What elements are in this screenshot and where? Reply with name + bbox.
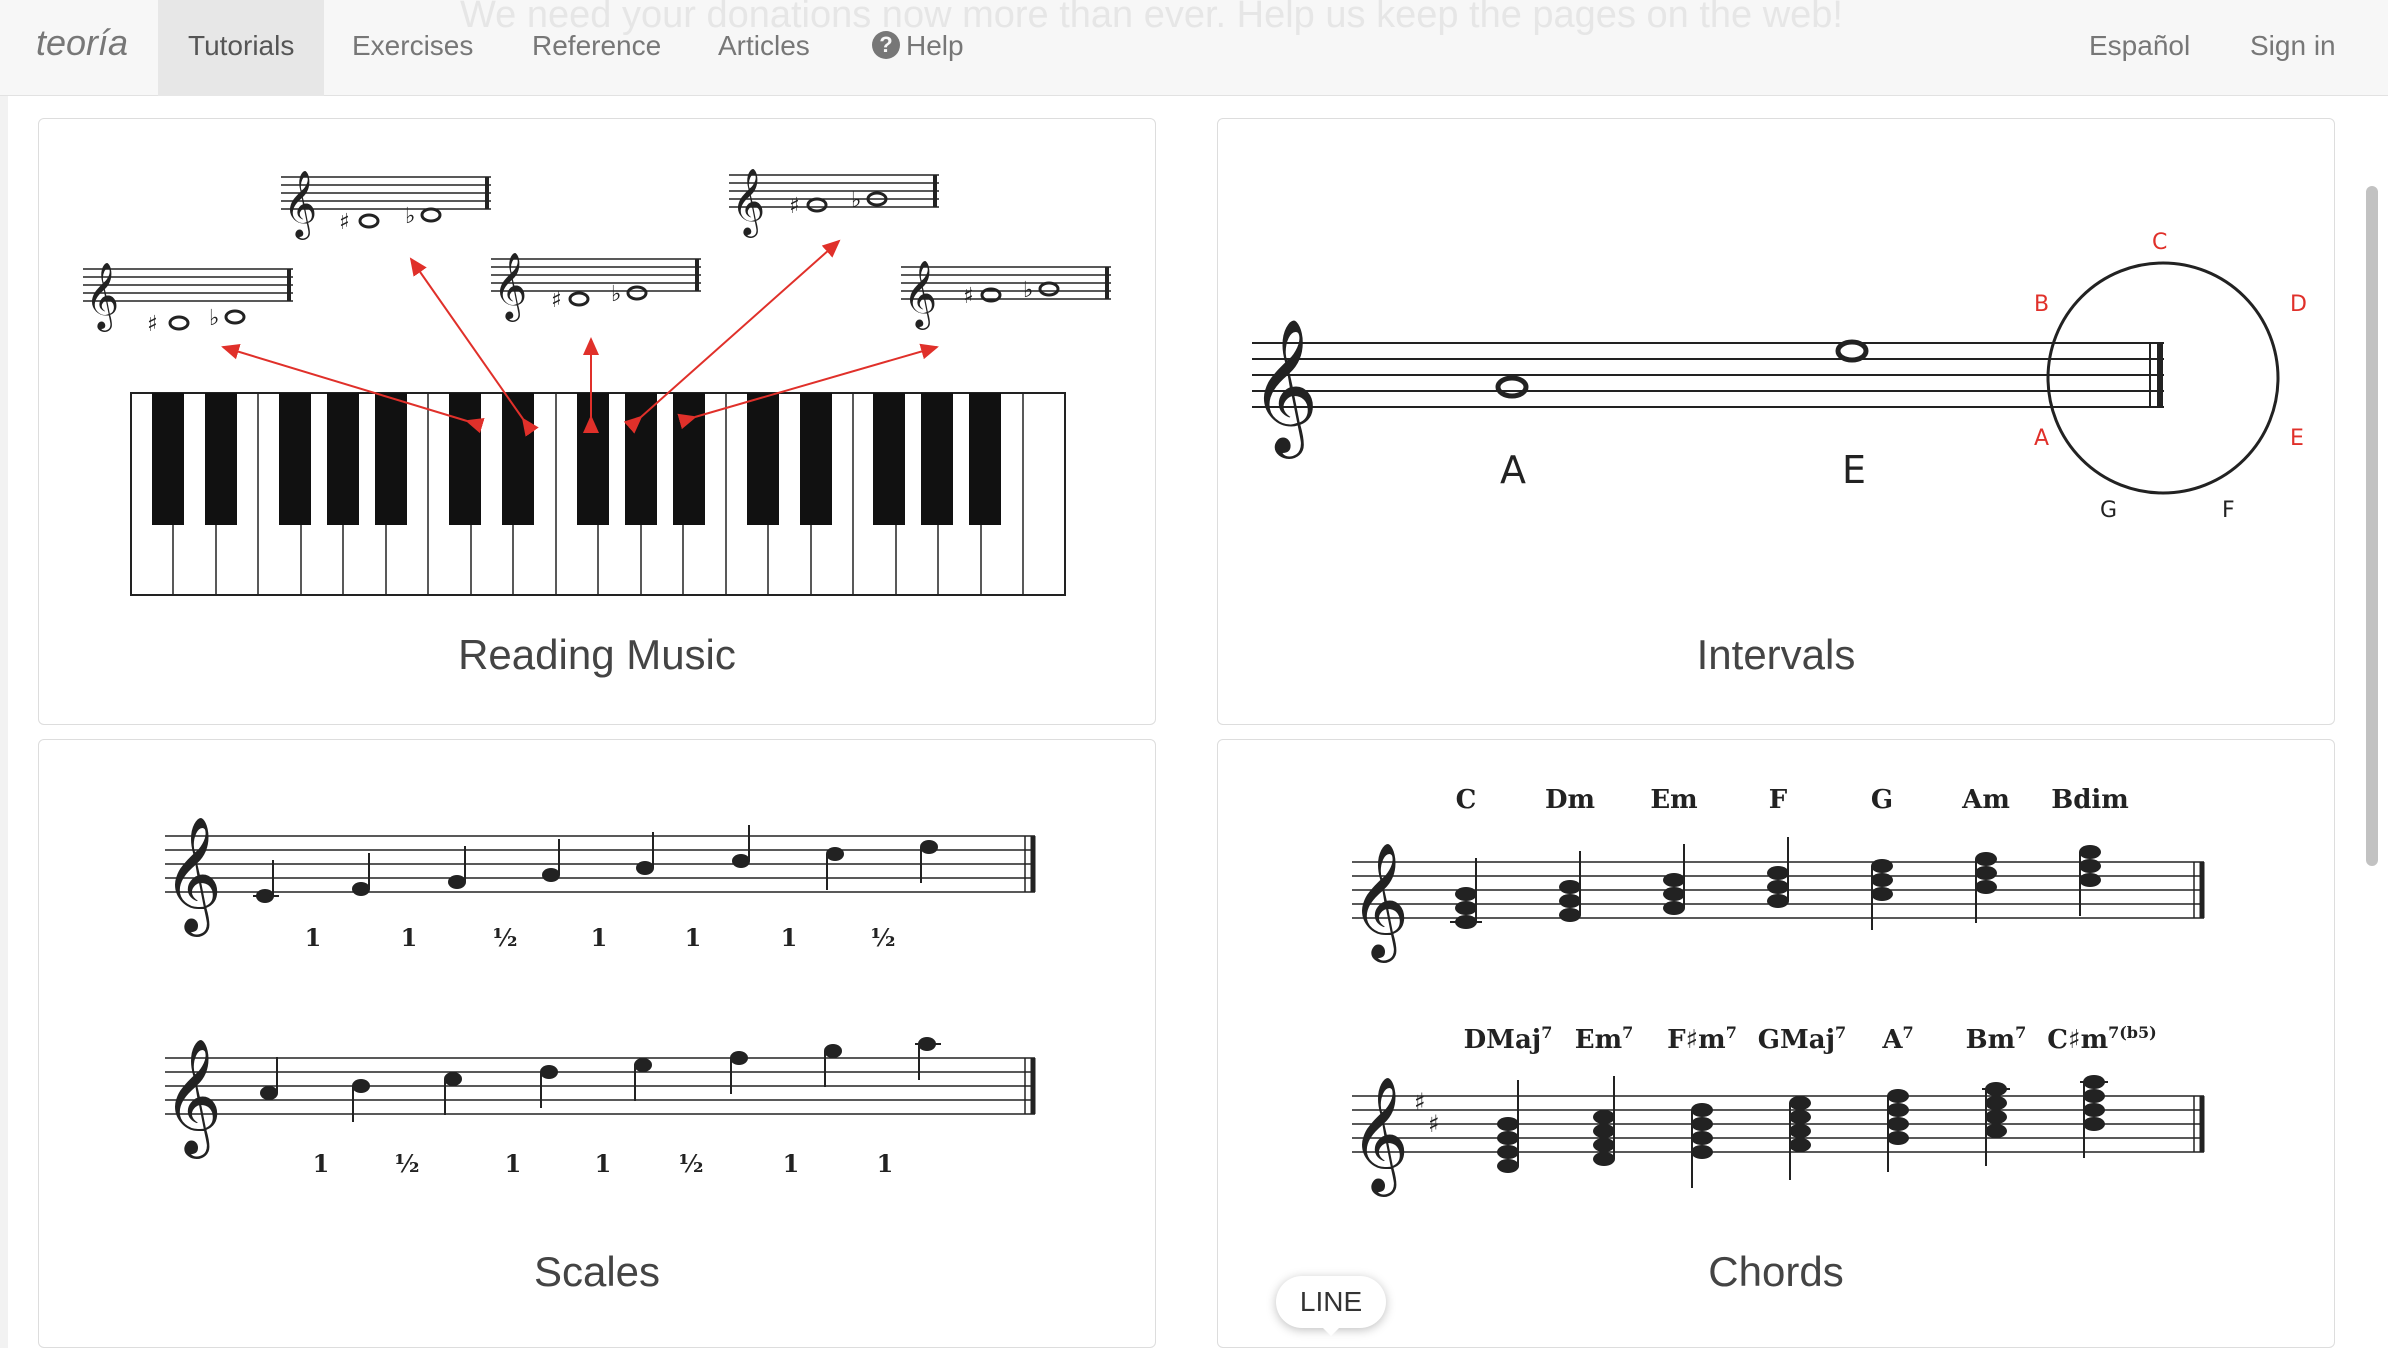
scale-step: ½ <box>492 923 517 952</box>
svg-text:𝄞: 𝄞 <box>1350 1075 1409 1197</box>
svg-text:♭: ♭ <box>209 306 219 331</box>
line-tooltip: LINE <box>1276 1276 1386 1336</box>
nav-help-label: Help <box>906 30 964 61</box>
svg-text:♯: ♯ <box>147 312 158 337</box>
svg-text:𝄞: 𝄞 <box>163 1037 222 1159</box>
scale-step: 1 <box>591 923 608 952</box>
interval-note-a: A <box>1500 448 1526 492</box>
brand-logo[interactable]: teoría <box>36 22 128 64</box>
card-chords[interactable]: 𝄞 𝄞 ♯ ♯ C Dm Em F G Am Bdim DMaj7 Em7 F♯… <box>1217 739 2335 1348</box>
scale-step: 1 <box>313 1149 330 1178</box>
chord-label: Em <box>1650 785 1697 815</box>
chord-label: F <box>1769 785 1788 815</box>
svg-text:♯: ♯ <box>963 284 974 309</box>
svg-text:𝄞: 𝄞 <box>903 259 937 330</box>
svg-text:𝄞: 𝄞 <box>85 261 119 332</box>
svg-text:𝄞: 𝄞 <box>1250 318 1319 459</box>
scale-step: 1 <box>505 1149 522 1178</box>
chord-label: G <box>1871 785 1893 815</box>
scale-step: ½ <box>394 1149 419 1178</box>
circle-note-a: A <box>2034 426 2049 451</box>
svg-text:♯: ♯ <box>551 288 562 313</box>
card-title-reading-music: Reading Music <box>458 631 736 678</box>
nav-help[interactable]: ? Help <box>842 0 994 96</box>
scale-step: 1 <box>783 1149 800 1178</box>
svg-text:♯: ♯ <box>339 210 350 235</box>
chord-label-7th: F♯m7 <box>1667 1023 1737 1055</box>
language-switch[interactable]: Español <box>2059 0 2220 96</box>
nav-exercises[interactable]: Exercises <box>322 0 503 96</box>
circle-note-f: F <box>2222 498 2235 523</box>
svg-text:♭: ♭ <box>851 188 861 213</box>
circle-note-b: B <box>2034 292 2049 317</box>
card-title-intervals: Intervals <box>1696 631 1856 678</box>
svg-text:♯: ♯ <box>789 194 800 219</box>
chord-label-7th: GMaj7 <box>1758 1023 1846 1055</box>
circle-note-d: D <box>2290 292 2307 317</box>
nav-articles[interactable]: Articles <box>688 0 840 96</box>
question-circle-icon: ? <box>872 31 900 59</box>
chord-label-7th: C♯m7(b5) <box>2047 1023 2156 1055</box>
card-title-chords: Chords <box>1708 1248 1844 1295</box>
circle-note-e: E <box>2290 426 2304 451</box>
svg-text:𝄞: 𝄞 <box>493 251 527 322</box>
svg-text:𝄞: 𝄞 <box>163 815 222 937</box>
chord-label: Bdim <box>2051 785 2129 815</box>
vertical-scrollbar[interactable] <box>2366 186 2378 866</box>
chord-label: Am <box>1961 785 2010 815</box>
svg-text:♯: ♯ <box>1428 1110 1440 1138</box>
chord-label: C <box>1456 785 1477 815</box>
card-reading-music[interactable]: 𝄞 𝄞 𝄞 𝄞 𝄞 ♯ ♭ ♯ ♭ ♯ ♭ ♯ ♭ ♯ ♭ Reading Mu… <box>38 118 1156 725</box>
scale-step: 1 <box>401 923 418 952</box>
scale-step: ½ <box>870 923 895 952</box>
scale-step: 1 <box>305 923 322 952</box>
circle-note-c: C <box>2152 230 2167 255</box>
scale-step: 1 <box>595 1149 612 1178</box>
chord-label-7th: Bm7 <box>1966 1023 2027 1055</box>
interval-note-e: E <box>1842 448 1866 492</box>
page-left-edge <box>0 96 8 1348</box>
card-intervals[interactable]: 𝄞 C D E A B F G A E Intervals <box>1217 118 2335 725</box>
card-title-scales: Scales <box>533 1248 661 1295</box>
nav-reference[interactable]: Reference <box>502 0 691 96</box>
top-navbar: We need your donations now more than eve… <box>0 0 2388 96</box>
svg-text:♯: ♯ <box>1414 1088 1426 1116</box>
svg-text:♭: ♭ <box>1023 278 1033 303</box>
svg-text:𝄞: 𝄞 <box>283 169 317 240</box>
card-scales[interactable]: 𝄞 𝄞 1 1 ½ 1 1 1 ½ 1 ½ 1 1 ½ 1 1 Scales <box>38 739 1156 1348</box>
scale-step: 1 <box>877 1149 894 1178</box>
chord-label-7th: Em7 <box>1575 1023 1633 1055</box>
scale-step: ½ <box>678 1149 703 1178</box>
svg-text:♭: ♭ <box>611 282 621 307</box>
nav-tutorials[interactable]: Tutorials <box>158 0 325 96</box>
svg-text:♭: ♭ <box>405 204 415 229</box>
svg-text:𝄞: 𝄞 <box>731 167 765 238</box>
chord-label-7th: A7 <box>1881 1023 1913 1055</box>
sign-in-link[interactable]: Sign in <box>2220 0 2366 96</box>
chord-label: Dm <box>1545 785 1595 815</box>
chord-label-7th: DMaj7 <box>1464 1023 1553 1055</box>
scale-step: 1 <box>781 923 798 952</box>
scale-step: 1 <box>685 923 702 952</box>
svg-text:𝄞: 𝄞 <box>1350 841 1409 963</box>
circle-note-g: G <box>2100 498 2117 523</box>
